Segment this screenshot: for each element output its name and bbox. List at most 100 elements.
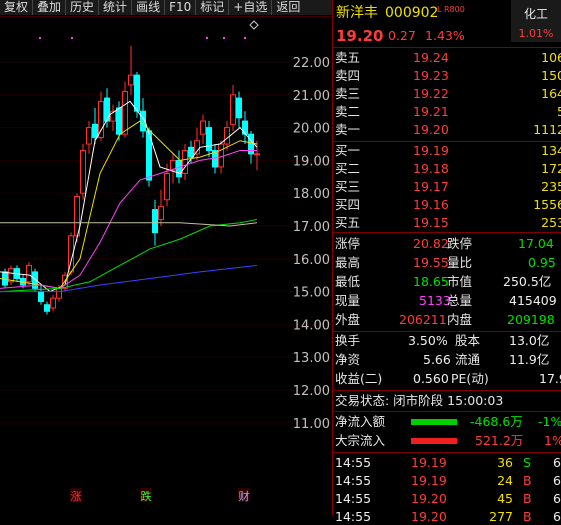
tick-volume: 24 [497, 473, 513, 488]
cur-vol-label: 现量 [335, 293, 361, 308]
sell-order-label: 卖一 [335, 122, 361, 137]
tick-price: 19.20 [411, 491, 447, 506]
shares-label: 股本 [455, 333, 481, 348]
toolbar-huaxian-button[interactable]: 画线 [132, 0, 166, 15]
toolbar-fanhui-button[interactable]: 返回 [272, 0, 304, 15]
buy-order-price: 19.15 [413, 215, 449, 230]
stat-row-turnover: 换手 3.50% 股本 13.0亿 [333, 333, 561, 349]
flow-row-block: 大宗流入 521.2万 1% [333, 433, 561, 449]
stat-row-high: 最高 19.55 量比 0.95 [333, 255, 561, 271]
sell-order-price: 19.23 [413, 68, 449, 83]
sell-order-price: 19.20 [413, 122, 449, 137]
sell-order-row[interactable]: 卖五 19.24 106 [333, 50, 561, 66]
low-label: 最低 [335, 274, 361, 289]
buy-order-row[interactable]: 买四 19.16 1556 [333, 197, 561, 213]
buy-order-volume: 1556 [533, 197, 561, 212]
limit-down-value: 17.04 [518, 236, 554, 251]
tick-row: 14:55 19.19 36 S 6 [333, 455, 561, 471]
sell-order-row[interactable]: 卖四 19.23 150 [333, 68, 561, 84]
total-vol-value: 415409 [509, 293, 557, 308]
tick-row: 14:55 19.20 45 B 6 [333, 491, 561, 507]
sell-order-volume: 150 [541, 68, 561, 83]
turnover-value: 3.50% [408, 333, 448, 348]
tick-volume: 45 [497, 491, 513, 506]
outer-label: 外盘 [335, 312, 361, 327]
toolbar-fuquan-button[interactable]: 复权 [0, 0, 34, 15]
candle-body [56, 287, 62, 299]
buy-order-row[interactable]: 买三 19.17 235 [333, 179, 561, 195]
buy-order-label: 买二 [335, 161, 361, 176]
buy-order-row[interactable]: 买一 19.19 134 [333, 143, 561, 159]
block-inflow-label: 大宗流入 [335, 433, 386, 448]
chart-toolbar: 复权 叠加 历史 统计 画线 F10 标记 +自选 返回 [0, 0, 332, 15]
trade-status: 交易状态: 闭市阶段 15:00:03 [335, 393, 504, 408]
toolbar-zixuan-button[interactable]: +自选 [229, 0, 273, 15]
candle-body [224, 127, 230, 145]
buy-order-row[interactable]: 买二 19.18 172 [333, 161, 561, 177]
turnover-label: 换手 [335, 333, 361, 348]
flow-row-net: 净流入额 -468.6万 -1% [333, 414, 561, 430]
toolbar-lishi-button[interactable]: 历史 [66, 0, 100, 15]
kline-chart[interactable]: 22.00 21.00 20.00 19.00 18.00 17.00 16.00 15.00… [0, 15, 332, 516]
buy-order-price: 19.18 [413, 161, 449, 176]
vol-ratio-value: 0.95 [528, 255, 556, 270]
buy-order-price: 19.19 [413, 143, 449, 158]
mktcap-value: 250.5亿 [503, 274, 552, 289]
toolbar-tongji-button[interactable]: 统计 [99, 0, 133, 15]
limit-down-label: 跌停 [447, 236, 473, 251]
last-price: 19.20 [336, 27, 384, 45]
sell-order-volume: 164 [541, 86, 561, 101]
stat-row-eps: 收益(二) 0.560 PE(动) 17.9 [333, 371, 561, 387]
separator [333, 390, 561, 391]
candle-body [116, 107, 122, 135]
net-inflow-bar [411, 419, 457, 425]
price-axis-label: 12.00 [293, 384, 330, 399]
candle-body [158, 205, 164, 220]
tick-count: 6 [553, 509, 561, 524]
candle-body [38, 291, 44, 302]
separator [333, 141, 561, 142]
sell-order-price: 19.24 [413, 50, 449, 65]
buy-order-label: 买四 [335, 197, 361, 212]
buy-order-label: 买一 [335, 143, 361, 158]
ma5-line [0, 100, 258, 293]
tick-side: B [523, 491, 532, 506]
sell-order-row[interactable]: 卖一 19.20 1112 [333, 122, 561, 138]
nav-label: 净资 [335, 352, 361, 367]
price-axis-label: 21.00 [293, 89, 330, 104]
buy-order-label: 买五 [335, 215, 361, 230]
toolbar-biaoji-button[interactable]: 标记 [196, 0, 230, 15]
separator [333, 452, 561, 453]
tick-side: S [523, 455, 531, 470]
mktcap-label: 市值 [447, 274, 473, 289]
price-change: 0.27 [388, 28, 416, 43]
diamond-icon [249, 20, 259, 30]
candle-body [92, 123, 98, 138]
candle-body [44, 304, 50, 312]
sell-order-row[interactable]: 卖三 19.22 164 [333, 86, 561, 102]
price-axis-label: 15.00 [293, 286, 330, 301]
eps-label: 收益(二) [335, 371, 383, 386]
candle-body [206, 127, 212, 152]
candle-body [188, 146, 194, 158]
stock-code: 000902 [385, 5, 439, 21]
net-inflow-pct: -1% [538, 414, 561, 429]
tick-price: 19.19 [411, 473, 447, 488]
toolbar-diejia-button[interactable]: 叠加 [33, 0, 67, 15]
sell-order-row[interactable]: 卖二 19.21 5 [333, 104, 561, 120]
candle-body [50, 297, 56, 309]
toolbar-f10-button[interactable]: F10 [165, 0, 197, 15]
tick-side: B [523, 473, 532, 488]
candle-body [86, 127, 92, 145]
price-axis-label: 20.00 [293, 122, 330, 137]
cai-marker: 财 [239, 489, 250, 503]
event-dot [222, 36, 226, 40]
sell-order-volume: 5 [557, 104, 561, 120]
buy-order-row[interactable]: 买五 19.15 253 [333, 215, 561, 231]
stock-name: 新洋丰 [336, 5, 378, 21]
stat-row-disk: 外盘 206211 内盘 209198 [333, 312, 561, 328]
buy-order-price: 19.17 [413, 179, 449, 194]
candle-body [26, 264, 32, 283]
separator [333, 411, 561, 412]
separator [333, 47, 561, 48]
